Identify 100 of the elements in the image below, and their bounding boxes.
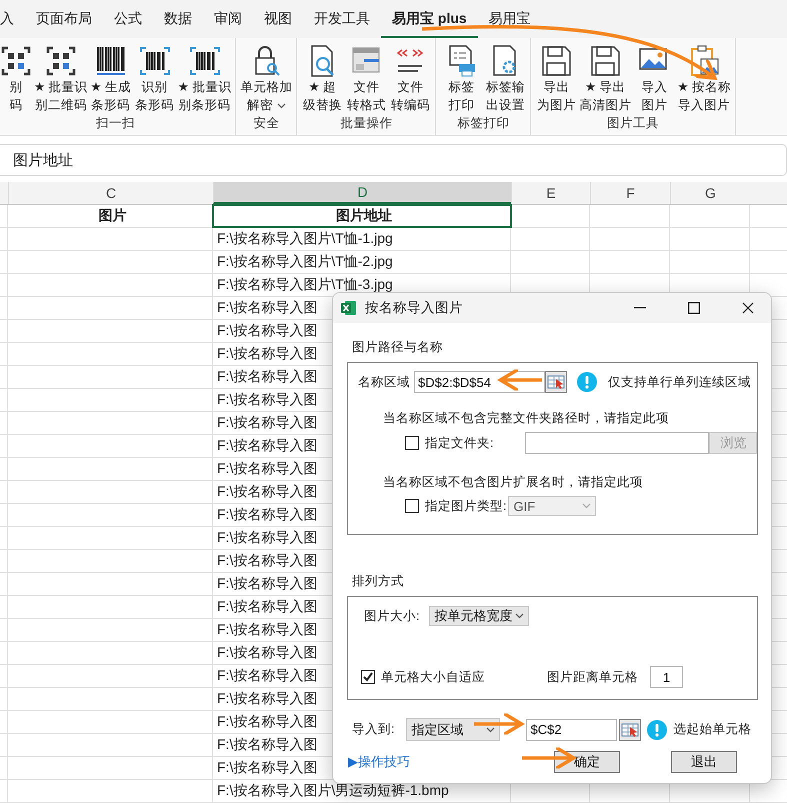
- field-label: 名称区域: [358, 374, 410, 390]
- hint-text: 仅支持单行单列连续区域: [608, 374, 751, 390]
- checkbox-label: 指定图片类型:: [425, 498, 506, 514]
- table-cell: F:\按名称导入图: [217, 759, 318, 777]
- qr-code-icon: [44, 44, 77, 78]
- caret-icon: [276, 103, 286, 109]
- window-title: 按名称导入图片: [365, 299, 464, 317]
- table-cell: F:\按名称导入图: [217, 713, 318, 731]
- table-cell: F:\按名称导入图: [217, 598, 318, 616]
- column-header[interactable]: D: [213, 182, 511, 204]
- range-select-icon: [621, 722, 640, 738]
- section-title: 排列方式: [352, 573, 405, 590]
- table-cell: F:\按名称导入图: [217, 345, 318, 363]
- maximize-icon: [688, 302, 700, 314]
- checkbox-label: 指定文件夹:: [425, 434, 494, 452]
- start-cell-field[interactable]: $C$2: [526, 718, 618, 740]
- clipboard-image-icon: [688, 44, 720, 78]
- tips-link[interactable]: ▶操作技巧: [348, 753, 410, 771]
- table-cell: F:\按名称导入图片\男运动短裤-1.bmp: [217, 782, 449, 800]
- checkbox[interactable]: [405, 436, 419, 450]
- ribbon-button[interactable]: 别 码: [0, 38, 32, 114]
- checkbox[interactable]: [361, 670, 375, 684]
- ribbon-tab[interactable]: 入: [0, 0, 25, 38]
- barcode-scan-icon: [138, 44, 171, 78]
- table-cell: F:\按名称导入图: [217, 414, 318, 432]
- ribbon-button[interactable]: 标签 打印: [440, 38, 482, 114]
- checkbox-label: 单元格大小自适应: [381, 668, 485, 686]
- annotation-arrow: [498, 368, 542, 392]
- group-label: 图片工具: [606, 115, 660, 132]
- ribbon-button[interactable]: ★ 导出 高清图片: [579, 38, 632, 114]
- exit-button[interactable]: 退出: [671, 751, 737, 773]
- ribbon-button[interactable]: 标签输 出设置: [484, 38, 526, 114]
- ribbon-tab[interactable]: 易用宝 plus: [381, 0, 478, 38]
- hint-text: 选起始单元格: [673, 721, 752, 738]
- field-label: 图片距离单元格: [547, 668, 638, 686]
- ribbon-button[interactable]: ★ 生成 条形码: [90, 38, 132, 114]
- section-title: 图片路径与名称: [352, 339, 444, 356]
- table-cell-text: 图片: [98, 206, 128, 225]
- field-label: 导入到:: [352, 721, 394, 738]
- qr-code-icon: [0, 44, 32, 78]
- ribbon-button[interactable]: ★ 批量识 别二维码: [34, 38, 88, 114]
- note-text: 当名称区域不包含完整文件夹路径时，请指定此项: [383, 410, 669, 427]
- table-cell: F:\按名称导入图片\T恤-1.jpg: [217, 230, 393, 248]
- import-mode-select[interactable]: 指定区域: [406, 718, 500, 741]
- group-label: 安全: [252, 115, 280, 132]
- table-cell: F:\按名称导入图: [217, 690, 318, 708]
- info-icon: [647, 720, 668, 740]
- group-label: 批量操作: [339, 115, 394, 132]
- ribbon-tab[interactable]: 审阅: [203, 0, 253, 38]
- table-cell: F:\按名称导入图: [217, 483, 318, 501]
- barcode-icon: [94, 44, 127, 78]
- ribbon-tab[interactable]: 视图: [253, 0, 303, 38]
- ribbon-tab[interactable]: 易用宝: [478, 0, 542, 38]
- ribbon-button[interactable]: ★ 超 级替换: [301, 38, 344, 114]
- ribbon-button[interactable]: 文件 转编码: [389, 38, 432, 114]
- table-cell: F:\按名称导入图: [217, 368, 318, 386]
- formula-bar[interactable]: 图片地址: [0, 144, 787, 176]
- table-cell: F:\按名称导入图: [217, 299, 318, 317]
- caret-icon: [515, 613, 524, 619]
- table-cell: F:\按名称导入图片\T恤-3.jpg: [217, 276, 393, 294]
- close-icon: [742, 302, 754, 314]
- image-size-select[interactable]: 按单元格宽度: [429, 606, 530, 626]
- minimize-icon: [634, 307, 646, 309]
- table-cell: F:\按名称导入图: [217, 506, 318, 524]
- group-label: 标签打印: [456, 115, 510, 132]
- ribbon-button[interactable]: 导出 为图片: [535, 38, 578, 114]
- ribbon-button[interactable]: 文件 转格式: [345, 38, 388, 114]
- table-cell: F:\按名称导入图片\T恤-2.jpg: [217, 253, 393, 271]
- ribbon-button[interactable]: ★ 批量识 别条形码: [178, 38, 232, 114]
- ribbon-button[interactable]: 单元格加 解密: [240, 38, 292, 114]
- name-range-field[interactable]: $D$2:$D$54: [414, 371, 545, 393]
- margin-field[interactable]: 1: [650, 666, 683, 688]
- range-select-button[interactable]: [545, 371, 567, 393]
- info-icon: [577, 372, 597, 392]
- barcode-scan-icon: [188, 44, 221, 78]
- annotation-arrow: [522, 746, 576, 770]
- spreadsheet-icon: [341, 300, 357, 316]
- caret-icon: [582, 503, 592, 509]
- ribbon-tab[interactable]: 开发工具: [303, 0, 381, 38]
- group-label: 扫一扫: [95, 115, 136, 132]
- note-text: 当名称区域不包含图片扩展名时，请指定此项: [383, 474, 643, 491]
- field-label: 图片大小:: [364, 608, 420, 624]
- table-cell: F:\按名称导入图: [217, 575, 318, 593]
- table-cell: F:\按名称导入图: [217, 437, 318, 455]
- table-cell: F:\按名称导入图: [217, 552, 318, 570]
- range-select-button[interactable]: [619, 718, 642, 740]
- ribbon-button[interactable]: ★ 按名称 导入图片: [677, 38, 732, 114]
- checkbox[interactable]: [405, 499, 419, 513]
- caret-icon: [486, 726, 496, 732]
- ribbon-tab[interactable]: 公式: [103, 0, 153, 38]
- ribbon-button[interactable]: 导入 图片: [633, 38, 676, 114]
- table-cell: F:\按名称导入图: [217, 529, 318, 547]
- ribbon-button[interactable]: 识别 条形码: [134, 38, 176, 114]
- folder-field[interactable]: [525, 432, 710, 454]
- range-select-icon: [547, 374, 565, 390]
- ribbon-tab[interactable]: 数据: [153, 0, 203, 38]
- table-cell: F:\按名称导入图: [217, 621, 318, 639]
- table-cell: F:\按名称导入图: [217, 644, 318, 662]
- table-cell: F:\按名称导入图: [217, 391, 318, 409]
- ribbon-tab[interactable]: 页面布局: [25, 0, 103, 38]
